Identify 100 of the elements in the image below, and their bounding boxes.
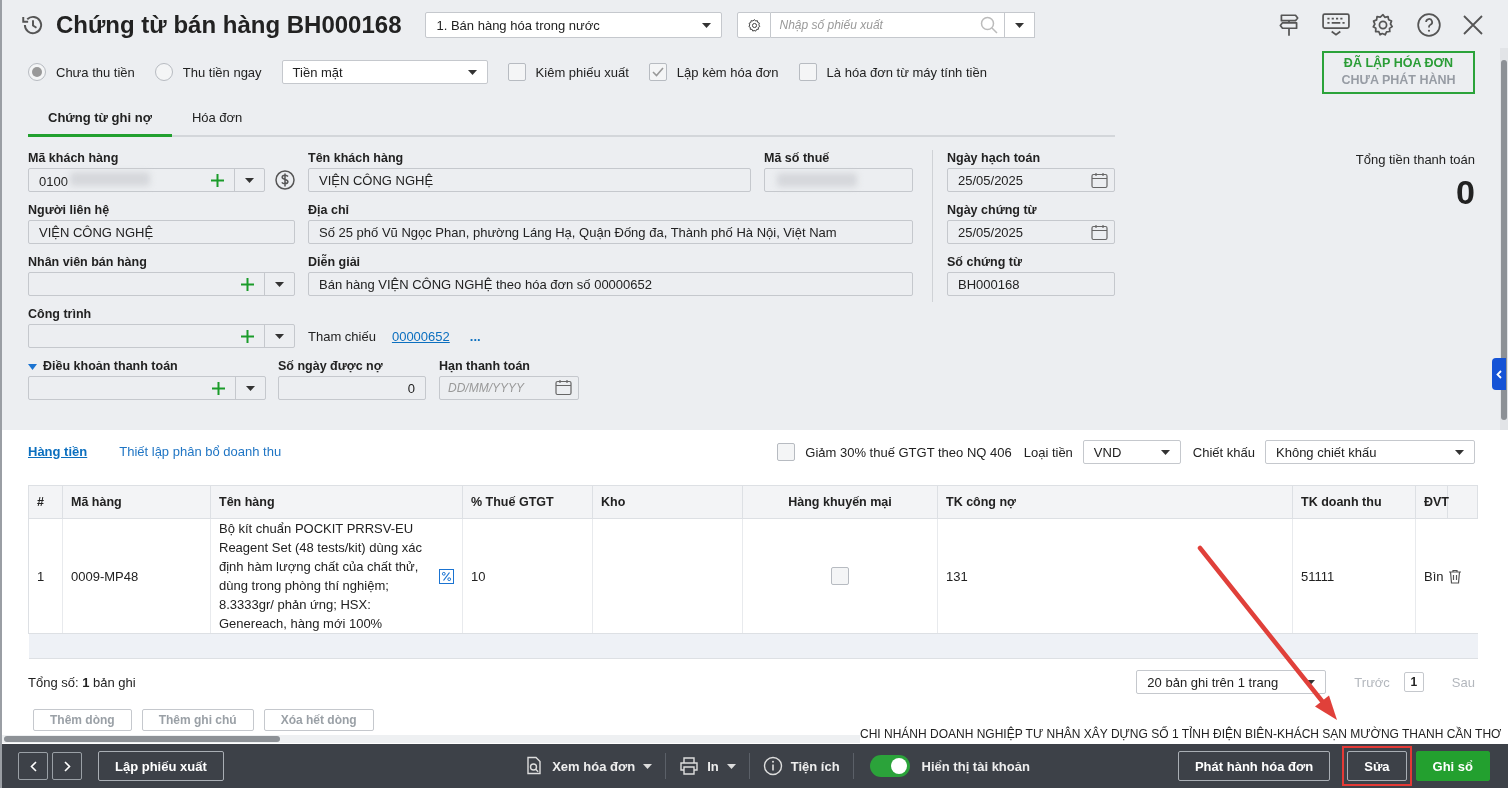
print-button[interactable]: In [679,756,736,776]
calendar-icon[interactable] [555,379,572,396]
create-issue-button[interactable]: Lập phiếu xuất [98,751,224,781]
text-field[interactable]: VIỆN CÔNG NGHỆ [28,220,295,244]
check-icon [651,67,664,77]
caret-icon [467,69,477,75]
chevron-left-icon [1496,369,1502,379]
tab[interactable]: Hóa đơn [171,100,263,137]
date-field[interactable]: 25/05/2025 [947,220,1115,244]
plus-icon[interactable] [212,381,225,395]
page-size-dropdown[interactable]: 20 bản ghi trên 1 trang [1136,670,1327,694]
field-label: Công trình [28,306,93,323]
scrollbar[interactable] [2,735,860,743]
edit-button[interactable]: Sửa [1347,751,1407,781]
field-label: Mã số thuế [764,150,831,167]
caret-icon [1160,449,1170,455]
table-cell: Bìn [1415,518,1448,634]
checkbox[interactable] [777,443,796,461]
total-label: Tổng tiền thanh toán [1355,152,1475,167]
plus-icon[interactable] [241,329,254,343]
caret-icon [1455,449,1464,455]
checkbox[interactable] [507,63,526,81]
search-field[interactable]: Nhập số phiếu xuất [771,12,1006,38]
field-label: Diễn giải [308,254,362,271]
status-text: CHƯA PHÁT HÀNH [1341,72,1456,89]
text-field[interactable]: BH000168 [947,272,1115,296]
field-label: Người liên hệ [28,202,111,219]
tab[interactable]: Hàng tiền [28,443,88,461]
text-field[interactable]: Số 25 phố Vũ Ngọc Phan, phường Láng Hạ, Quận Đống đa, Thành phố Hà Nội, Việt Nam [308,220,913,244]
radio-label: Chưa thu tiền [56,64,135,80]
issue-invoice-button[interactable]: Phát hành hóa đơn [1177,751,1331,781]
field-label: Nhân viên bán hàng [28,254,148,271]
caret-icon [1306,679,1316,685]
toggle-label: Hiển thị tài khoản [921,758,1030,774]
text-field[interactable]: Bán hàng VIỆN CÔNG NGHỆ theo hóa đơn số 00000652 [308,272,913,296]
collapse-handle[interactable] [1492,358,1506,390]
dollar-icon[interactable] [275,170,295,190]
caret-icon [702,22,712,28]
calendar-icon[interactable] [1091,171,1108,189]
keyboard-icon[interactable] [1322,12,1350,38]
checkbox[interactable] [798,63,817,81]
plus-icon[interactable] [241,277,254,291]
dropdown-button[interactable] [1005,12,1036,38]
column-header: ĐVT [1415,485,1448,519]
caret-icon [275,333,284,339]
customer-code-combo[interactable]: 0100 [28,168,265,192]
date-field[interactable]: 25/05/2025 [947,168,1115,192]
percent-icon[interactable] [439,568,454,584]
column-header: Kho [592,485,743,519]
close-icon[interactable] [1462,14,1484,36]
radio-button[interactable] [28,63,46,81]
reference-link[interactable]: 00000652 [391,328,450,344]
utilities-button[interactable]: Tiện ích [762,756,840,776]
number-field[interactable]: 0 [278,376,426,400]
text-field[interactable] [764,168,913,192]
sale-type-dropdown[interactable]: 1. Bán hàng hóa trong nước [425,12,723,38]
trash-icon[interactable] [1447,568,1462,584]
tab[interactable]: Chứng từ ghi nợ [28,100,172,137]
plus-icon[interactable] [211,173,224,187]
date-field[interactable]: DD/MM/YYYY [439,376,579,400]
printer-icon [679,756,700,776]
table-cell-text: Bộ kít chuẩn POCKIT PRRSV-EU Reagent Set (48 tests/kit) dùng xác định hàm lượng chất của chất thử, dùng trong phòng thí nghiệm; 8.3333gr/ phản ứng; HSX: Genereach, hàng mới 100% [219,520,424,633]
field-label: Ngày hạch toán [947,150,1042,167]
field-label: Loại tiền [1023,444,1073,460]
chevron-left-icon [29,760,37,772]
help-icon[interactable] [1416,12,1442,38]
field-label: Mã khách hàng [28,150,120,167]
field-label: Số ngày được nợ [278,358,384,375]
next-button[interactable] [52,752,82,780]
checkbox-label: Giảm 30% thuế GTGT theo NQ 406 [805,444,1012,460]
previous-button[interactable] [18,752,48,780]
view-invoice-button[interactable]: Xem hóa đơn [524,756,653,776]
column-header: # [28,485,63,519]
column-header: Hàng khuyến mại [742,485,938,519]
settings-icon[interactable] [747,17,762,33]
caret-icon[interactable] [28,364,37,370]
text-field[interactable]: VIỆN CÔNG NGHỆ [308,168,751,192]
checkbox[interactable] [648,63,667,81]
info-icon [762,756,783,776]
checkbox[interactable] [831,567,849,585]
checkbox-label: Lập kèm hóa đơn [676,64,779,80]
currency-dropdown[interactable]: VND [1082,440,1181,464]
table-cell: 0009-MP48 [62,518,211,634]
more-link[interactable]: ... [469,328,481,344]
calendar-icon[interactable] [1091,223,1108,241]
field-label: Điều khoản thanh toán [43,358,178,375]
scrollbar[interactable] [1500,48,1508,430]
table-cell: 10 [462,518,593,634]
caret-icon [643,763,653,769]
tab[interactable]: Thiết lập phân bổ doanh thu [119,443,282,461]
radio-button[interactable] [154,63,173,81]
column-header: Tên hàng [210,485,463,519]
discount-dropdown[interactable]: Không chiết khấu [1265,440,1475,464]
table-cell: 51111 [1292,518,1416,634]
toggle-switch[interactable] [869,755,910,777]
payment-method-dropdown[interactable]: Tiền mặt [281,60,488,84]
settings-icon[interactable] [1370,12,1396,38]
page-number[interactable]: 1 [1403,672,1424,692]
settings-button[interactable] [737,12,772,38]
field-label: Hạn thanh toán [439,358,531,375]
